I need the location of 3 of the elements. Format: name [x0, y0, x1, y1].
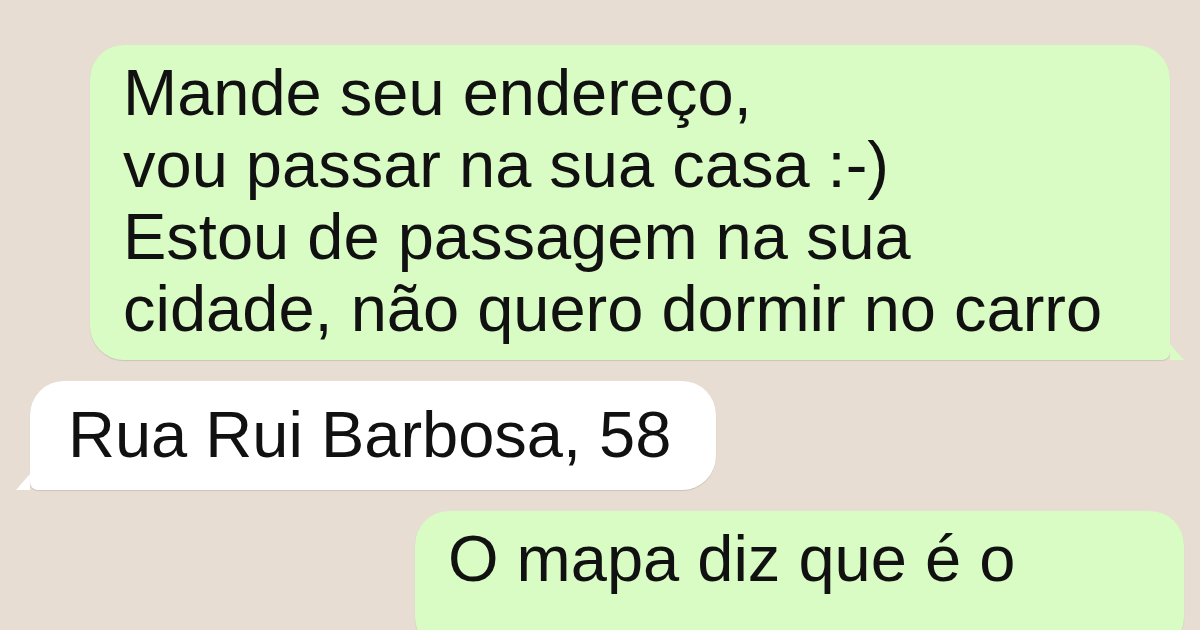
- message-text: Rua Rui Barbosa, 58: [68, 397, 672, 473]
- message-text: Mande seu endereço, vou passar na sua casa :-) Estou de passagem na sua cidade, não quero dormir no carro: [123, 57, 1104, 345]
- message-text: O mapa diz que é o: [448, 523, 1017, 595]
